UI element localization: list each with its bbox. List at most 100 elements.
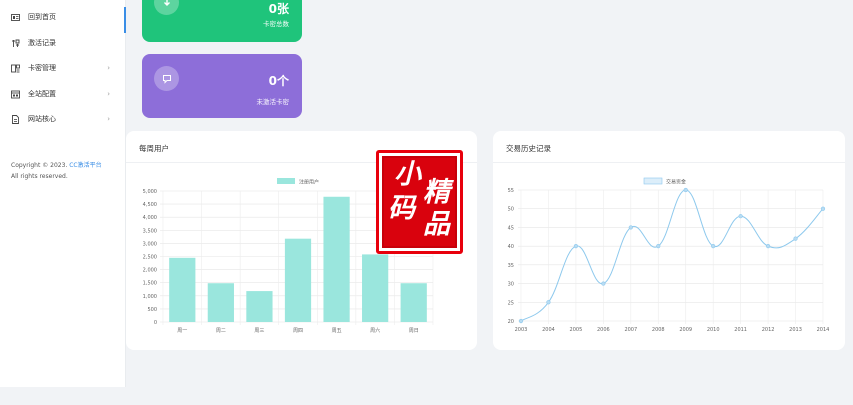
footer-strip [0, 387, 853, 405]
copyright-prefix: Copyright © 2023. [11, 162, 70, 169]
x-tick-label: 周三 [254, 328, 264, 334]
sidebar-item-activation-records[interactable]: 激活记录 [0, 31, 126, 55]
x-tick-label: 周六 [370, 327, 380, 334]
sidebar-item-site-core[interactable]: 网站核心 › [0, 107, 126, 131]
x-tick-label: 2004 [542, 327, 555, 333]
x-tick-label: 2005 [570, 327, 583, 333]
sidebar-item-site-config[interactable]: 全站配置 › [0, 82, 126, 106]
y-tick-label: 20 [508, 319, 514, 325]
y-tick-label: 30 [508, 282, 514, 288]
chevron-right-icon: › [107, 64, 110, 72]
x-tick-label: 2009 [679, 327, 692, 333]
card-icon [11, 64, 20, 73]
data-point [601, 281, 606, 286]
stat-card-total-cards: 0张 卡密总数 [142, 0, 302, 42]
data-point [765, 244, 771, 249]
legend-label: 注册用户 [299, 179, 319, 186]
bar [169, 257, 196, 322]
x-tick-label: 周一 [177, 328, 187, 334]
x-tick-label: 周五 [332, 328, 342, 334]
sidebar-item-label: 全站配置 [28, 90, 56, 98]
sidebar: 回到首页 激活记录 卡密管理 › 全站配置 › 网站核心 › Copyright… [0, 0, 126, 387]
x-tick-label: 2014 [817, 327, 830, 333]
data-point [711, 244, 716, 249]
y-tick-label: 5,000 [143, 189, 157, 195]
sidebar-item-label: 网站核心 [28, 115, 56, 123]
sidebar-item-home[interactable]: 回到首页 [0, 5, 126, 33]
sidebar-item-label: 回到首页 [28, 13, 56, 21]
data-point [683, 187, 688, 193]
y-tick-label: 500 [147, 307, 157, 313]
y-tick-label: 1,000 [143, 294, 157, 300]
y-tick-label: 50 [508, 207, 514, 213]
transaction-history-panel: 交易历史记录 20 25 30 35 40 45 50 55 2003 2004 2005 2006 2… [493, 131, 845, 350]
y-tick-label: 40 [508, 244, 514, 250]
data-point [793, 236, 798, 241]
y-tick-label: 45 [508, 225, 514, 231]
seal-char: 小 [394, 159, 421, 190]
sidebar-item-card-management[interactable]: 卡密管理 › [0, 56, 126, 80]
x-tick-label: 2012 [762, 327, 775, 333]
y-tick-label: 1,500 [143, 281, 157, 287]
bar [284, 238, 312, 322]
bar [400, 283, 427, 322]
x-tick-label: 2007 [624, 327, 637, 333]
stat-value: 0个 [268, 74, 289, 88]
document-icon [11, 114, 20, 124]
seal-char: 码 [388, 193, 415, 224]
sidebar-item-label: 激活记录 [28, 39, 56, 47]
y-tick-label: 55 [508, 188, 514, 194]
download-icon [154, 0, 179, 15]
seal-char: 品 [423, 209, 450, 240]
chevron-right-icon: › [107, 115, 110, 123]
x-tick-label: 2003 [515, 327, 528, 333]
data-point [738, 214, 743, 219]
bar [246, 291, 273, 322]
legend-swatch [643, 177, 663, 185]
settings-icon [11, 90, 20, 99]
x-tick-label: 2006 [597, 327, 610, 333]
message-icon [154, 66, 179, 91]
chevron-right-icon: › [107, 90, 110, 98]
data-point [573, 244, 579, 249]
legend-label: 交易资金 [666, 179, 686, 186]
data-point [546, 300, 551, 305]
copyright-suffix: All rights reserved. [11, 173, 68, 180]
x-tick-label: 周四 [293, 328, 303, 334]
x-tick-label: 周二 [216, 328, 226, 334]
history-icon [11, 39, 20, 48]
x-tick-label: 周日 [409, 328, 419, 334]
x-tick-label: 2008 [652, 327, 665, 333]
y-tick-label: 4,000 [143, 215, 157, 221]
y-tick-label: 3,000 [143, 241, 157, 247]
y-tick-label: 35 [508, 263, 514, 269]
data-point [518, 318, 524, 324]
transaction-history-line-chart: 20 25 30 35 40 45 50 55 2003 2004 2005 2006 2007 2008… [508, 177, 830, 333]
stat-label: 未激活卡密 [256, 98, 290, 106]
sidebar-item-label: 卡密管理 [28, 64, 56, 72]
stat-card-inactive-cards: 0个 未激活卡密 [142, 54, 302, 118]
stat-label: 卡密总数 [263, 20, 289, 28]
series-line [520, 189, 824, 322]
seal-char: 精 [423, 177, 450, 208]
watermark-seal: 小 精 码 品 [376, 150, 463, 254]
y-tick-label: 4,500 [143, 202, 157, 208]
bar [323, 196, 350, 322]
bar [362, 254, 389, 322]
legend-swatch [277, 178, 295, 184]
stat-value: 0张 [268, 2, 289, 16]
x-tick-label: 2010 [707, 327, 720, 333]
data-point [656, 244, 661, 249]
x-tick-label: 2013 [789, 327, 802, 333]
data-point [628, 225, 633, 230]
y-tick-label: 3,500 [143, 228, 157, 234]
y-tick-label: 2,500 [143, 255, 157, 261]
copyright: Copyright © 2023. CC激活平台 All rights rese… [11, 160, 123, 182]
x-tick-label: 2011 [734, 327, 747, 333]
y-tick-label: 25 [508, 300, 514, 306]
data-point [820, 206, 826, 211]
home-icon [11, 13, 20, 22]
bar [207, 283, 234, 322]
y-tick-label: 0 [154, 320, 157, 326]
copyright-brand-link[interactable]: CC激活平台 [69, 162, 101, 169]
